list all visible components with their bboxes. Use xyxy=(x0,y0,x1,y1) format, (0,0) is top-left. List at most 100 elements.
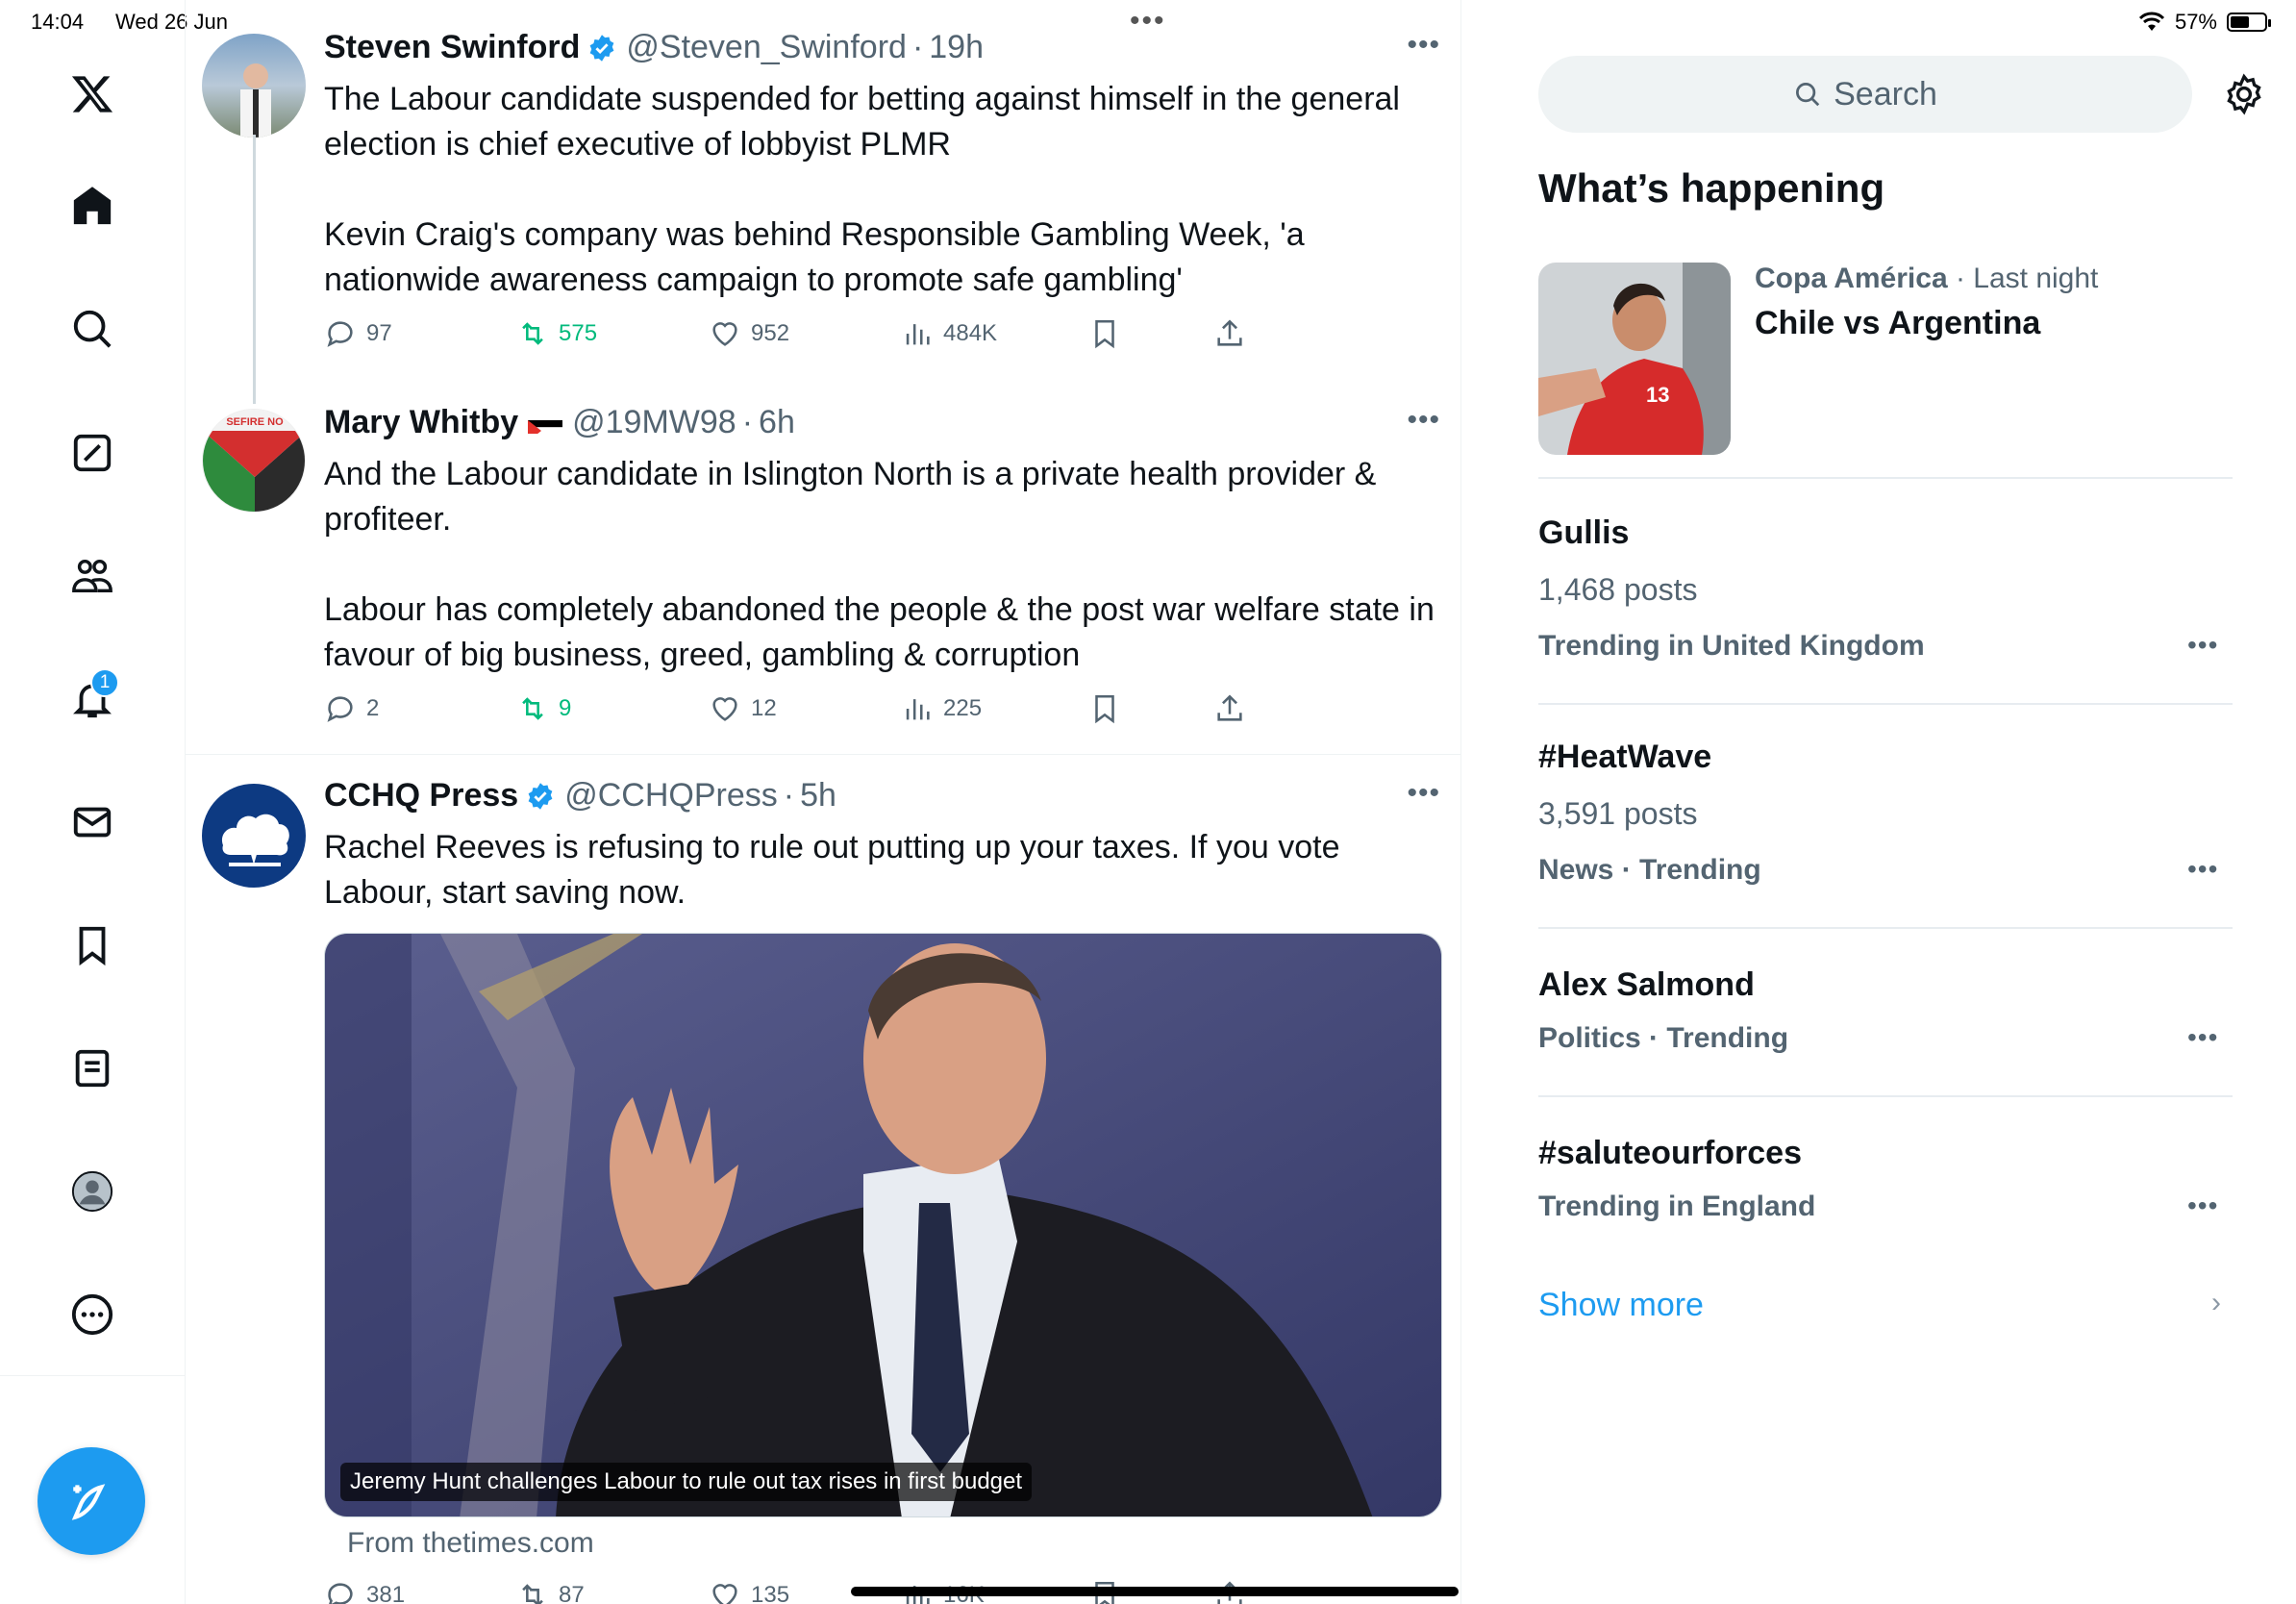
bookmark-icon xyxy=(1095,694,1114,724)
repost-button[interactable]: 9 xyxy=(516,692,571,725)
avatar[interactable] xyxy=(202,784,306,888)
reply-count: 97 xyxy=(366,320,392,346)
author-handle[interactable]: @Steven_Swinford xyxy=(626,29,907,66)
author-name[interactable]: Mary Whitby xyxy=(324,404,518,441)
reply-button[interactable]: 381 xyxy=(324,1579,405,1604)
tweet-more-icon[interactable]: ••• xyxy=(1407,404,1440,437)
trend-name: #saluteourforces xyxy=(1538,1135,1802,1171)
nav-divider xyxy=(0,1375,186,1376)
view-count: 225 xyxy=(943,695,983,721)
compose-post-button[interactable] xyxy=(37,1447,145,1555)
messages-envelope-icon[interactable] xyxy=(60,789,125,855)
reply-icon xyxy=(327,321,353,347)
trend-more-icon[interactable]: ••• xyxy=(2187,1022,2218,1053)
trend-title: Chile vs Argentina xyxy=(1755,305,2041,341)
bookmark-icon xyxy=(1095,319,1114,349)
trend-category-name: Copa América xyxy=(1755,263,1948,294)
tweet-time[interactable]: 6h xyxy=(759,404,795,441)
tweet-text: Rachel Reeves is refusing to rule out pu… xyxy=(324,829,1340,911)
timeline-feed[interactable]: Steven Swinford @Steven_Swinford · 19h •… xyxy=(186,0,1461,1604)
show-more-link[interactable]: Show more xyxy=(1538,1287,1704,1324)
reply-button[interactable]: 97 xyxy=(324,317,392,350)
media-source[interactable]: From thetimes.com xyxy=(347,1527,594,1560)
tweet-header: Steven Swinford @Steven_Swinford · 19h xyxy=(324,29,984,66)
trend-post-count: 3,591 posts xyxy=(1538,796,1698,831)
author-name[interactable]: Steven Swinford xyxy=(324,29,580,66)
trend-context: Politics · Trending xyxy=(1538,1022,1789,1054)
svg-text:13: 13 xyxy=(1646,383,1669,407)
grok-icon[interactable] xyxy=(60,420,125,486)
like-button[interactable]: 952 xyxy=(709,317,789,350)
separator-dot: · xyxy=(783,777,795,814)
thread-connector xyxy=(253,135,256,404)
bookmarks-icon[interactable] xyxy=(60,913,125,978)
whats-happening-title: What’s happening xyxy=(1538,165,1885,211)
home-indicator[interactable] xyxy=(851,1587,1459,1596)
bookmark-button[interactable] xyxy=(1088,692,1121,725)
trend-more-icon[interactable]: ••• xyxy=(2187,1190,2218,1221)
tweet-time[interactable]: 19h xyxy=(929,29,984,66)
repost-icon xyxy=(522,1584,543,1604)
like-count: 952 xyxy=(751,320,790,346)
author-handle[interactable]: @19MW98 xyxy=(572,404,736,441)
views-chart-icon xyxy=(906,699,930,720)
more-options-icon[interactable] xyxy=(60,1282,125,1347)
search-input[interactable]: Search xyxy=(1538,56,2192,133)
share-button[interactable] xyxy=(1213,692,1246,725)
explore-search-icon[interactable] xyxy=(60,296,125,362)
communities-icon[interactable] xyxy=(60,543,125,609)
avatar[interactable] xyxy=(202,34,306,138)
reply-icon xyxy=(328,1583,353,1604)
notifications-bell-icon[interactable]: 1 xyxy=(60,666,125,732)
trend-more-icon[interactable]: ••• xyxy=(2187,854,2218,885)
share-button[interactable] xyxy=(1213,317,1246,350)
reply-icon xyxy=(327,696,353,722)
chevron-right-icon[interactable]: › xyxy=(2211,1287,2221,1319)
heart-icon xyxy=(712,322,737,346)
tweet-more-icon[interactable]: ••• xyxy=(1407,29,1440,62)
reply-count: 2 xyxy=(366,695,380,721)
share-icon xyxy=(1217,319,1242,346)
home-icon[interactable] xyxy=(60,173,125,238)
tweet-divider xyxy=(186,754,1460,755)
x-logo-icon[interactable] xyxy=(60,62,125,127)
separator-dot: · xyxy=(911,29,924,65)
tweet-text: The Labour candidate suspended for betti… xyxy=(324,81,1400,298)
views-button[interactable]: 225 xyxy=(901,692,982,725)
trend-divider xyxy=(1538,703,2233,705)
tweet-time[interactable]: 5h xyxy=(800,777,836,815)
bookmark-button[interactable] xyxy=(1088,317,1121,350)
like-button[interactable]: 135 xyxy=(709,1579,789,1604)
tweet-more-icon[interactable]: ••• xyxy=(1407,777,1440,810)
author-name[interactable]: CCHQ Press xyxy=(324,777,518,815)
tweet-actions: 2 9 12 225 xyxy=(324,692,1266,731)
battery-percent: 57% xyxy=(2174,10,2217,34)
repost-count: 575 xyxy=(559,320,598,346)
profile-avatar-icon[interactable] xyxy=(60,1159,125,1224)
repost-icon xyxy=(522,322,543,345)
like-button[interactable]: 12 xyxy=(709,692,777,725)
reply-count: 381 xyxy=(366,1582,406,1604)
trend-category: Copa América · Last night xyxy=(1755,263,2098,295)
views-chart-icon xyxy=(906,324,930,345)
views-button[interactable]: 484K xyxy=(901,317,997,350)
trend-featured-item[interactable]: 13 Copa América · Last night Chile vs Ar… xyxy=(1538,263,2233,455)
trend-more-icon[interactable]: ••• xyxy=(2187,630,2218,661)
tweet-header: Mary Whitby @19MW98 · 6h xyxy=(324,404,795,441)
left-navigation: 1 xyxy=(0,0,186,1604)
repost-button[interactable]: 87 xyxy=(516,1579,585,1604)
tweet-header: CCHQ Press @CCHQPress · 5h xyxy=(324,777,836,815)
trend-name: #HeatWave xyxy=(1538,739,1712,775)
tweet-media-card[interactable]: Jeremy Hunt challenges Labour to rule ou… xyxy=(324,933,1442,1517)
avatar[interactable]: SEFIRE NO xyxy=(202,409,306,513)
reply-button[interactable]: 2 xyxy=(324,692,379,725)
separator-dot: · xyxy=(741,404,754,440)
verified-badge-icon xyxy=(528,782,553,810)
repost-count: 87 xyxy=(559,1582,585,1604)
settings-gear-icon[interactable] xyxy=(2223,73,2265,115)
author-handle[interactable]: @CCHQPress xyxy=(564,777,778,815)
lists-icon[interactable] xyxy=(60,1036,125,1101)
repost-button[interactable]: 575 xyxy=(516,317,597,350)
trend-time: Last night xyxy=(1973,263,2099,294)
heart-icon xyxy=(712,697,737,721)
